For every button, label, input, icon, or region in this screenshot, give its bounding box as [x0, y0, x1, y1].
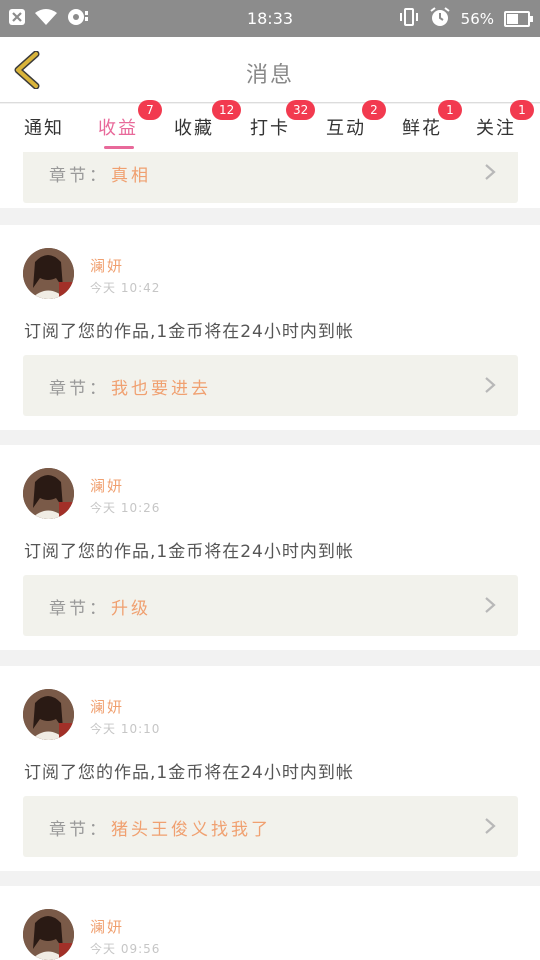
avatar[interactable] [23, 689, 74, 740]
tab-label: 关注 [476, 118, 516, 139]
username: 澜妍 [90, 918, 125, 936]
battery-percent: 56% [460, 10, 494, 28]
tab-earnings[interactable]: 收益 7 [98, 100, 162, 149]
chapter-name: 猪头王俊义找我了 [111, 820, 271, 840]
message-text: 订阅了您的作品,1金币将在24小时内到帐 [24, 322, 354, 342]
message-time: 今天 10:10 [90, 722, 161, 736]
message-list[interactable]: 章节： 真相 澜妍 今天 10:42 订阅了您的作品,1金币将在24小时内到帐 … [0, 152, 540, 960]
alarm-icon [429, 6, 451, 32]
chapter-link[interactable]: 章节： 猪头王俊义找我了 [23, 796, 518, 857]
tab-badge: 1 [438, 100, 462, 120]
tab-follow[interactable]: 关注 1 [476, 100, 534, 140]
tab-label: 收藏 [174, 118, 214, 139]
tab-label: 打卡 [250, 118, 290, 139]
chapter-name: 升级 [111, 599, 151, 619]
message-card: 澜妍 今天 09:56 [0, 886, 540, 960]
chapter-link[interactable]: 章节： 升级 [23, 575, 518, 636]
chapter-link[interactable]: 章节： 我也要进去 [23, 355, 518, 416]
tab-flowers[interactable]: 鲜花 1 [402, 100, 462, 140]
chevron-right-icon [485, 597, 496, 613]
tab-badge: 32 [286, 100, 316, 120]
status-bar: 18:33 56% [0, 0, 540, 37]
chapter-label: 章节： [49, 820, 109, 840]
tab-badge: 12 [212, 100, 242, 120]
tab-badge: 7 [138, 100, 162, 120]
battery-icon [504, 11, 533, 27]
username: 澜妍 [90, 698, 125, 716]
username: 澜妍 [90, 257, 125, 275]
tab-interaction[interactable]: 互动 2 [326, 100, 386, 140]
battery-fill [507, 14, 518, 24]
username: 澜妍 [90, 477, 125, 495]
tab-label: 互动 [326, 118, 366, 139]
chapter-label: 章节： [49, 166, 109, 186]
tab-bar: 通知 收益 7 收藏 12 打卡 32 互动 2 鲜花 1 关注 1 [0, 100, 540, 152]
header: 消息 [0, 37, 540, 103]
message-card: 澜妍 今天 10:42 订阅了您的作品,1金币将在24小时内到帐 章节： 我也要… [0, 225, 540, 430]
message-card: 澜妍 今天 10:10 订阅了您的作品,1金币将在24小时内到帐 章节： 猪头王… [0, 666, 540, 871]
chevron-right-icon [485, 818, 496, 834]
chevron-right-icon [485, 377, 496, 393]
message-card: 章节： 真相 [0, 152, 540, 208]
chapter-link[interactable]: 章节： 真相 [23, 152, 518, 203]
chevron-right-icon [485, 164, 496, 180]
avatar[interactable] [23, 248, 74, 299]
tab-label: 收益 [98, 118, 138, 139]
chapter-name: 我也要进去 [111, 379, 211, 399]
chapter-name: 真相 [111, 166, 151, 186]
page-title: 消息 [245, 63, 294, 88]
message-text: 订阅了您的作品,1金币将在24小时内到帐 [24, 542, 354, 562]
tab-badge: 1 [510, 100, 534, 120]
chapter-label: 章节： [49, 599, 109, 619]
tab-notifications[interactable]: 通知 [24, 114, 64, 140]
message-time: 今天 10:42 [90, 281, 161, 295]
avatar[interactable] [23, 468, 74, 519]
message-text: 订阅了您的作品,1金币将在24小时内到帐 [24, 763, 354, 783]
tab-checkin[interactable]: 打卡 32 [250, 100, 316, 140]
message-time: 今天 10:26 [90, 501, 161, 515]
message-card: 澜妍 今天 10:26 订阅了您的作品,1金币将在24小时内到帐 章节： 升级 [0, 445, 540, 650]
vibrate-icon [399, 7, 419, 31]
active-tab-indicator [104, 146, 134, 149]
status-bar-right: 56% [399, 6, 533, 32]
tab-badge: 2 [362, 100, 386, 120]
chapter-label: 章节： [49, 379, 109, 399]
avatar[interactable] [23, 909, 74, 960]
tab-label: 通知 [24, 118, 64, 139]
message-time: 今天 09:56 [90, 942, 161, 956]
tab-favorites[interactable]: 收藏 12 [174, 100, 242, 140]
tab-label: 鲜花 [402, 118, 442, 139]
